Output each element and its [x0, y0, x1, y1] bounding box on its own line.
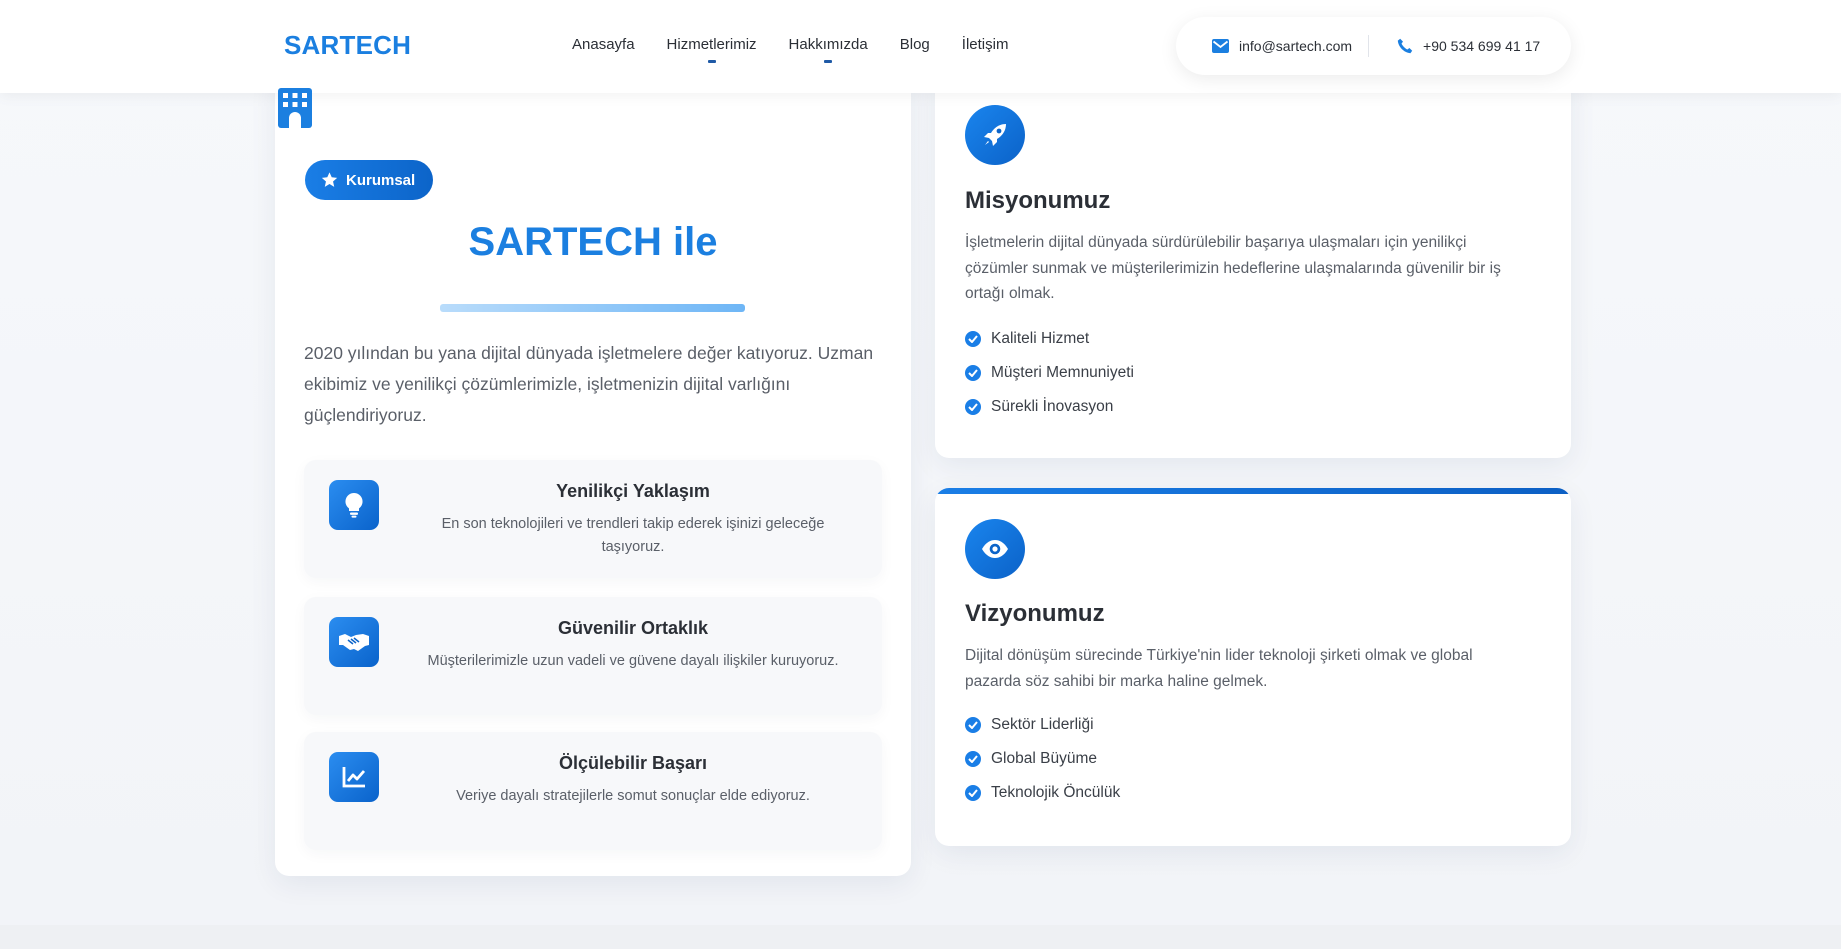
- check-circle-icon: [965, 399, 981, 415]
- email-text: info@sartech.com: [1239, 38, 1353, 54]
- rocket-icon: [984, 124, 1006, 146]
- list-item-label: Sektör Liderliği: [991, 716, 1094, 733]
- nav-label: Hizmetlerimiz: [666, 36, 757, 53]
- feature-card: Ölçülebilir Başarı Veriye dayalı stratej…: [304, 732, 882, 850]
- check-circle-icon: [965, 751, 981, 767]
- mission-card: Misyonumuz İşletmelerin dijital dünyada …: [935, 60, 1571, 458]
- feature-icon-box: [329, 480, 379, 530]
- list-item: Müşteri Memnuniyeti: [965, 356, 1134, 390]
- handshake-icon: [339, 634, 369, 651]
- nav-label: Blog: [899, 36, 930, 53]
- nav-dropdown-indicator: [824, 60, 833, 63]
- feature-description: En son teknolojileri ve trendleri takip …: [441, 516, 825, 555]
- about-card: Kurumsal SARTECH ile 2020 yılından bu ya…: [275, 60, 911, 876]
- contact-pill: info@sartech.com +90 534 699 41 17: [1176, 17, 1571, 75]
- check-circle-icon: [965, 717, 981, 733]
- list-item: Kaliteli Hizmet: [965, 322, 1134, 356]
- badge-label: Kurumsal: [346, 171, 416, 189]
- kurumsal-badge: Kurumsal: [305, 160, 434, 200]
- star-icon: [321, 172, 338, 187]
- list-item-label: Teknolojik Öncülük: [991, 784, 1121, 801]
- nav-item-anasayfa[interactable]: Anasayfa: [572, 36, 635, 53]
- vision-title: Vizyonumuz: [965, 600, 1105, 627]
- nav-label: İletişim: [961, 36, 1009, 53]
- nav-label: Hakkımızda: [788, 36, 868, 53]
- list-item-label: Müşteri Memnuniyeti: [991, 364, 1134, 381]
- nav-label: Anasayfa: [572, 36, 635, 53]
- list-item: Global Büyüme: [965, 742, 1120, 776]
- vision-description: Dijital dönüşüm sürecinde Türkiye'nin li…: [965, 647, 1473, 690]
- list-item-label: Kaliteli Hizmet: [991, 330, 1090, 347]
- feature-card: Güvenilir Ortaklık Müşterilerimizle uzun…: [304, 597, 882, 715]
- mission-title: Misyonumuz: [965, 187, 1111, 214]
- phone-icon: [1397, 38, 1413, 54]
- feature-card: Yenilikçi Yaklaşım En son teknolojileri …: [304, 460, 882, 578]
- feature-title: Güvenilir Ortaklık: [557, 618, 709, 638]
- feature-description: Müşterilerimizle uzun vadeli ve güvene d…: [427, 653, 839, 669]
- chart-line-icon: [342, 767, 366, 788]
- check-circle-icon: [965, 331, 981, 347]
- about-description: 2020 yılından bu yana dijital dünyada iş…: [304, 343, 874, 425]
- nav-dropdown-indicator: [707, 60, 716, 63]
- footer-band: [0, 925, 1841, 949]
- vision-list: Sektör Liderliği Global Büyüme Teknoloji…: [965, 708, 1120, 810]
- email-link[interactable]: info@sartech.com: [1212, 38, 1352, 54]
- vision-icon-circle: [965, 519, 1025, 579]
- site-header: SARTECH Anasayfa Hizmetlerimiz Hakkımızd…: [0, 0, 1841, 93]
- phone-link[interactable]: +90 534 699 41 17: [1397, 38, 1540, 54]
- envelope-icon: [1212, 39, 1229, 53]
- mission-list: Kaliteli Hizmet Müşteri Memnuniyeti Süre…: [965, 322, 1134, 424]
- list-item: Sürekli İnovasyon: [965, 390, 1134, 424]
- check-circle-icon: [965, 365, 981, 381]
- nav-item-blog[interactable]: Blog: [900, 36, 930, 53]
- feature-description: Veriye dayalı stratejilerle somut sonuçl…: [456, 788, 810, 804]
- phone-text: +90 534 699 41 17: [1423, 38, 1541, 54]
- mission-icon-circle: [965, 105, 1025, 165]
- building-icon: [278, 88, 312, 128]
- vision-card: Vizyonumuz Dijital dönüşüm sürecinde Tür…: [935, 488, 1571, 846]
- list-item-label: Sürekli İnovasyon: [991, 398, 1114, 415]
- feature-title: Yenilikçi Yaklaşım: [556, 481, 710, 501]
- nav-item-hakkimizda[interactable]: Hakkımızda: [788, 36, 868, 63]
- lightbulb-icon: [345, 492, 363, 518]
- nav-item-iletisim[interactable]: İletişim: [962, 36, 1009, 53]
- card-accent-bar: [935, 488, 1571, 494]
- logo[interactable]: SARTECH: [284, 30, 411, 61]
- feature-icon-box: [329, 752, 379, 802]
- nav-item-hizmetlerimiz[interactable]: Hizmetlerimiz: [666, 36, 757, 63]
- main-nav: Anasayfa Hizmetlerimiz Hakkımızda Blog İ…: [572, 36, 1040, 63]
- check-circle-icon: [965, 785, 981, 801]
- divider: [1368, 35, 1370, 57]
- title-underline: [440, 304, 745, 312]
- list-item: Sektör Liderliği: [965, 708, 1120, 742]
- feature-icon-box: [329, 617, 379, 667]
- mission-description: İşletmelerin dijital dünyada sürdürülebi…: [965, 234, 1501, 302]
- list-item-label: Global Büyüme: [991, 750, 1097, 767]
- eye-icon: [982, 540, 1008, 558]
- list-item: Teknolojik Öncülük: [965, 776, 1120, 810]
- about-title: SARTECH ile: [468, 220, 718, 264]
- feature-title: Ölçülebilir Başarı: [558, 753, 708, 773]
